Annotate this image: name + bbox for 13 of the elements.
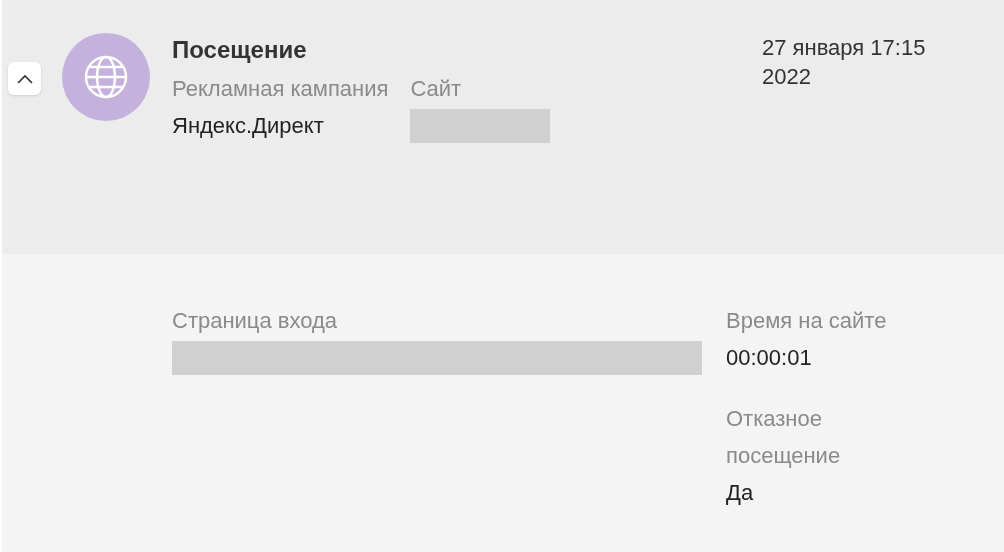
field-label: Страница входа (172, 307, 339, 335)
field-label: Время на сайте (726, 307, 888, 335)
field-label: Отказное посещение (726, 405, 842, 470)
caret-icon (16, 73, 33, 84)
visit-year: 2022 (762, 63, 811, 91)
field-value: 00:00:01 (726, 344, 813, 372)
field-label: Рекламная кампания (172, 75, 389, 103)
field-value: Да (726, 479, 755, 507)
field-label: Сайт (410, 75, 463, 103)
collapse-button[interactable] (8, 62, 41, 95)
visit-date: 27 января 17:15 (762, 34, 927, 62)
visit-title: Посещение (172, 35, 308, 65)
field-value: Яндекс.Директ (172, 112, 325, 140)
